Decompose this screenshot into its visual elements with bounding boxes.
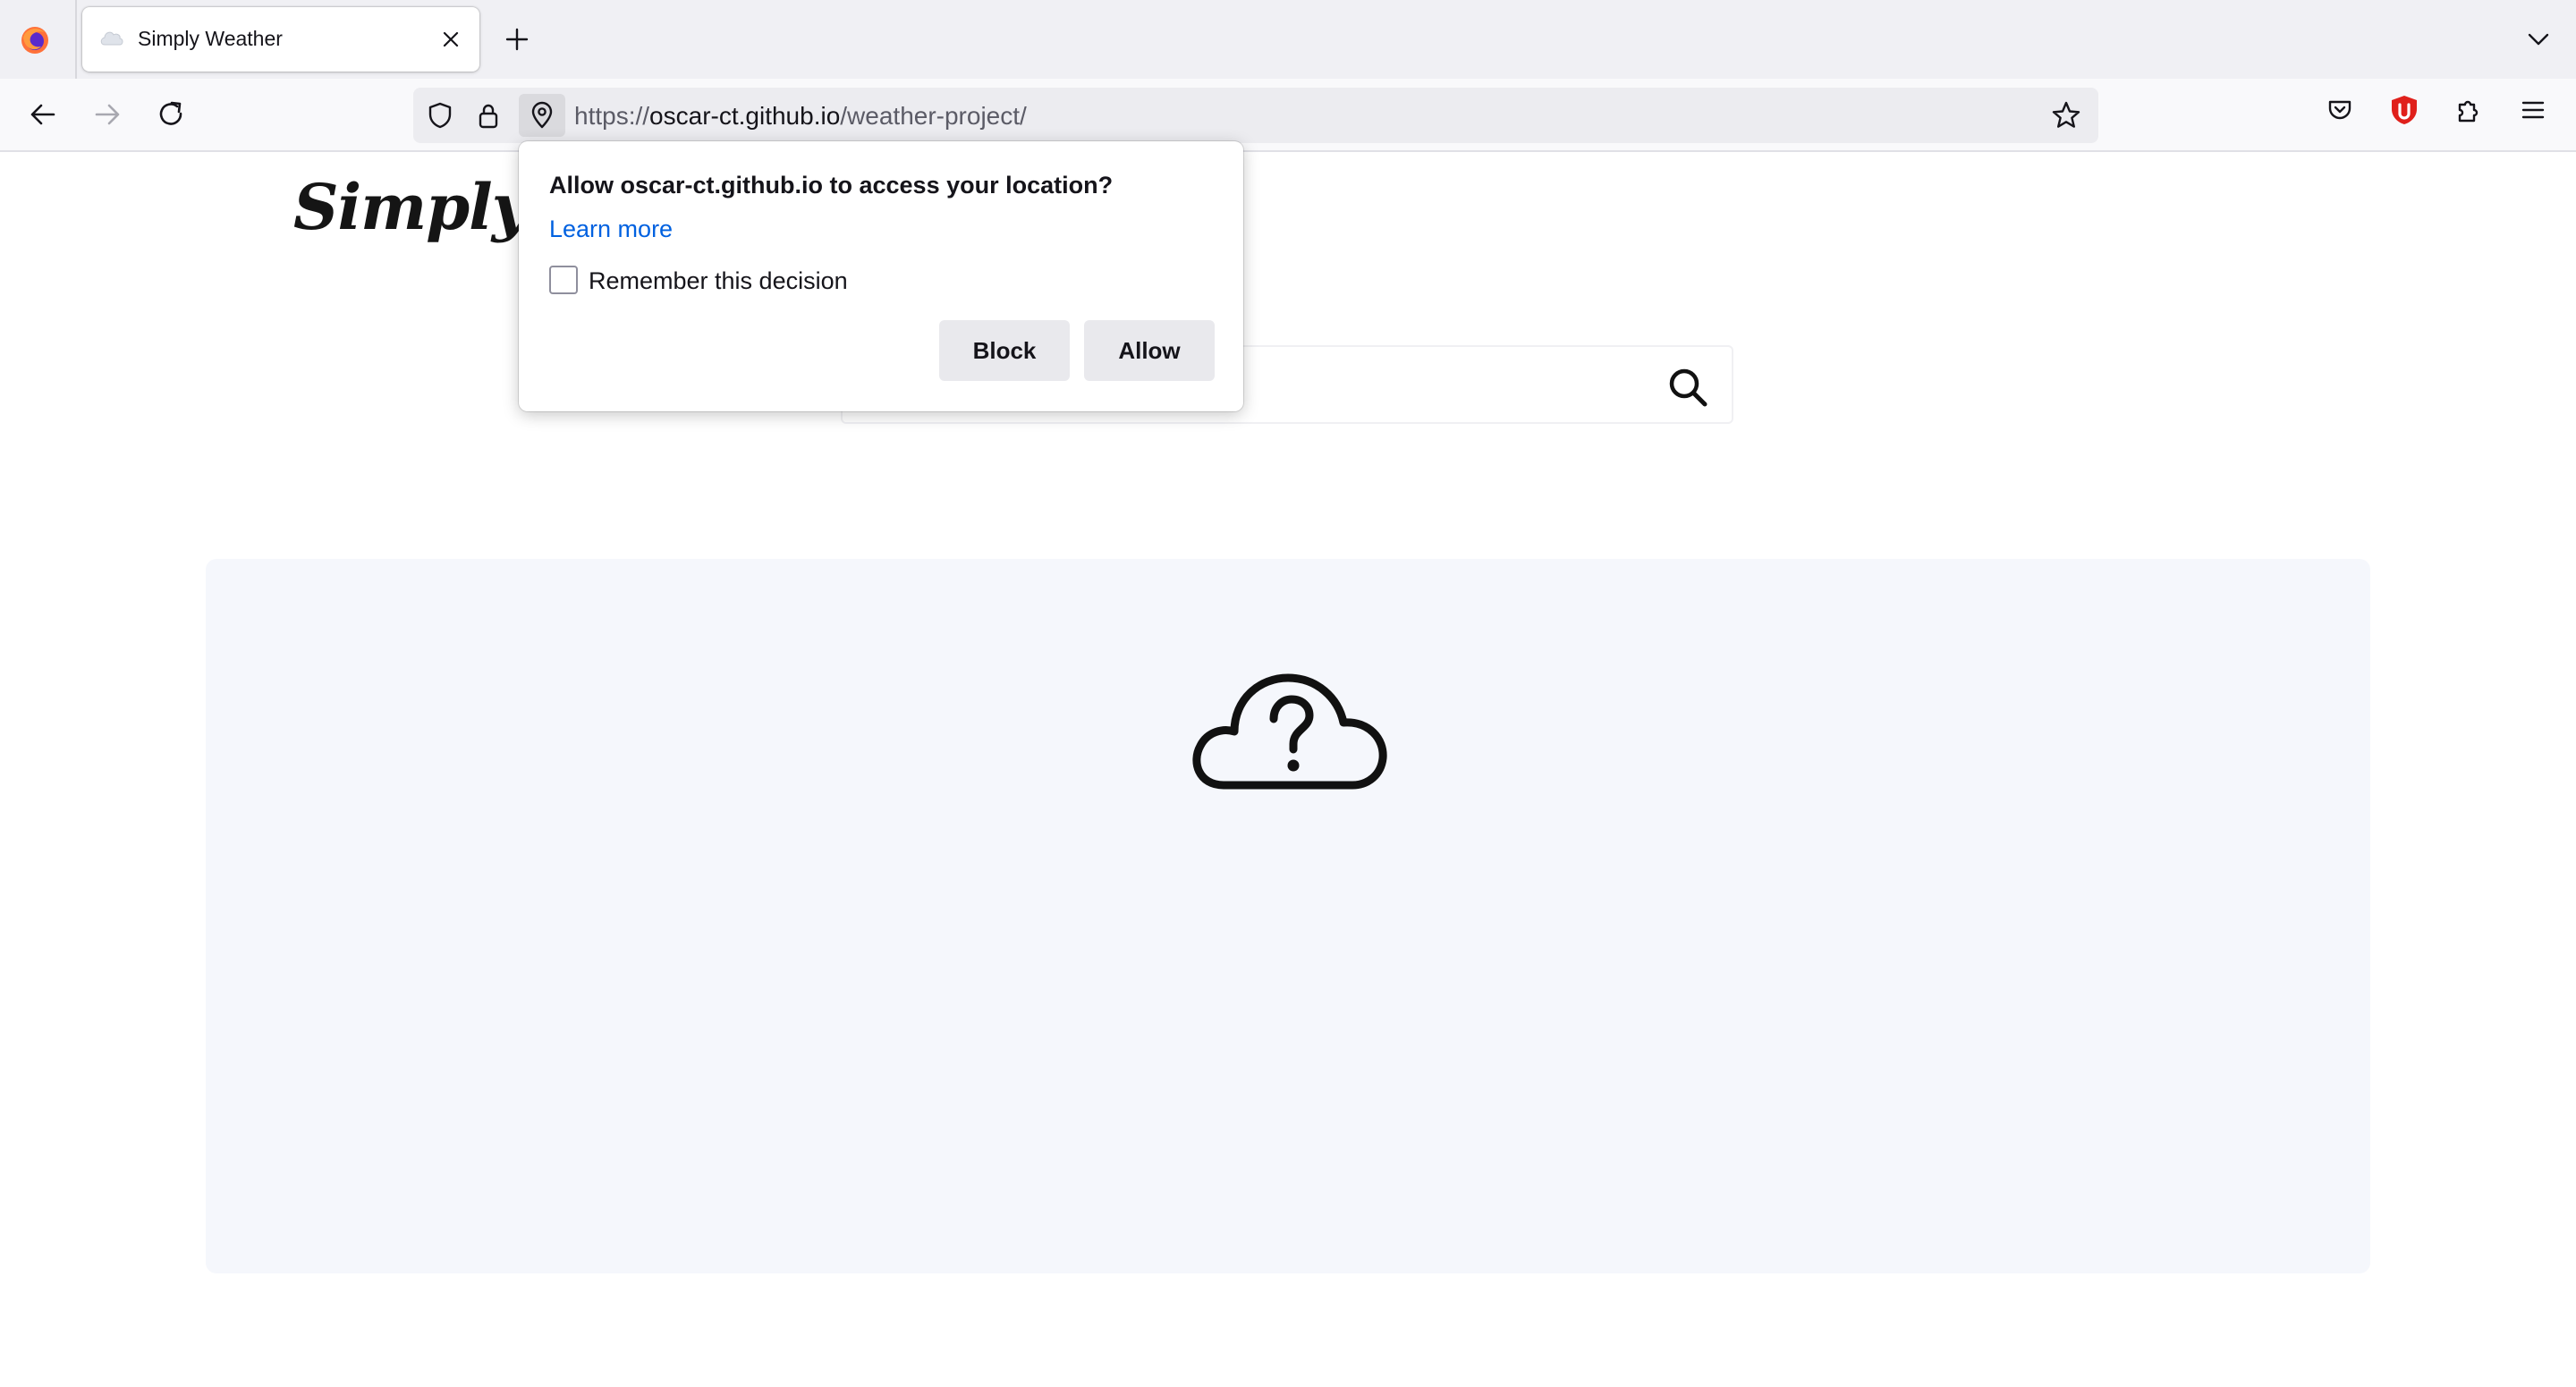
arrow-right-icon (95, 104, 120, 125)
extensions-puzzle-icon[interactable] (2453, 94, 2485, 126)
bookmark-star-icon[interactable] (2050, 99, 2082, 131)
remember-decision-label[interactable]: Remember this decision (589, 267, 848, 295)
search-icon[interactable] (1665, 365, 1710, 410)
firefox-logo-icon[interactable] (20, 25, 50, 55)
remember-decision-checkbox[interactable] (549, 266, 578, 294)
reload-icon (159, 101, 182, 125)
app-menu-hamburger-icon[interactable] (2517, 94, 2549, 126)
navigation-toolbar: https://oscar-ct.github.io/weather-proje… (0, 79, 2576, 152)
lock-icon[interactable] (472, 99, 504, 131)
new-tab-icon[interactable] (503, 25, 531, 54)
url-path: /weather-project/ (840, 102, 1027, 130)
cloud-question-icon (1192, 673, 1387, 790)
tab-strip: Simply Weather (0, 0, 2576, 79)
url-text[interactable]: https://oscar-ct.github.io/weather-proje… (574, 102, 1027, 131)
ublock-extension-icon[interactable] (2388, 94, 2420, 126)
reload-button[interactable] (150, 93, 193, 136)
pocket-icon[interactable] (2324, 94, 2356, 126)
arrow-left-icon (30, 104, 55, 125)
close-tab-icon[interactable] (438, 27, 463, 52)
tab-divider (75, 0, 77, 79)
address-bar[interactable]: https://oscar-ct.github.io/weather-proje… (413, 88, 2098, 143)
list-all-tabs-chevron-down-icon[interactable] (2524, 25, 2553, 54)
cloud-favicon-icon (100, 31, 123, 46)
url-scheme: https:// (574, 102, 650, 130)
back-button[interactable] (21, 93, 64, 136)
location-pin-icon (526, 99, 558, 131)
tab-simply-weather[interactable]: Simply Weather (82, 7, 479, 72)
url-host: oscar-ct.github.io (649, 102, 841, 130)
block-button[interactable]: Block (939, 320, 1070, 381)
learn-more-link[interactable]: Learn more (549, 216, 673, 243)
tracking-protection-shield-icon[interactable] (424, 99, 456, 131)
allow-button[interactable]: Allow (1084, 320, 1215, 381)
location-permission-popup: Allow oscar-ct.github.io to access your … (519, 141, 1243, 411)
permission-message: Allow oscar-ct.github.io to access your … (549, 172, 1114, 199)
tab-title: Simply Weather (138, 27, 283, 50)
forward-button[interactable] (86, 93, 129, 136)
